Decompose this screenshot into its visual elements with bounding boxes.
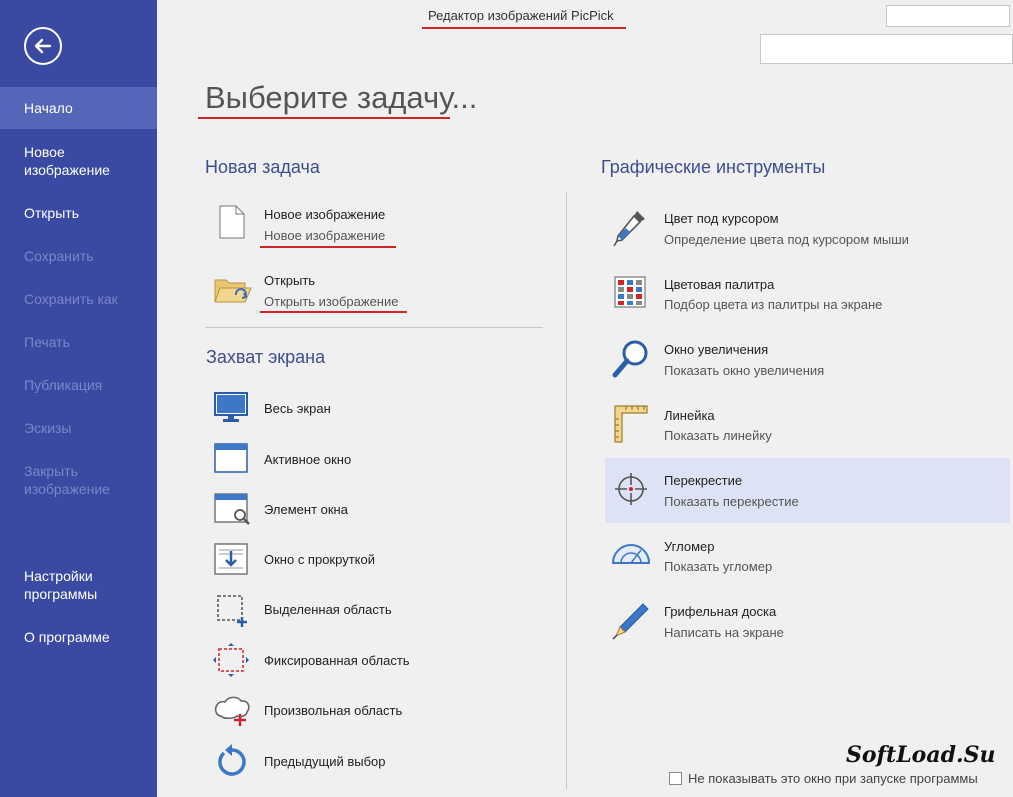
page-title: Выберите задачу... [205, 80, 478, 115]
tool-desc: Написать на экране [664, 625, 784, 640]
window-control-box [886, 5, 1010, 27]
color-palette-icon [614, 276, 646, 308]
tool-name: Перекрестие [664, 473, 743, 488]
eyedropper-icon [613, 211, 645, 247]
capture-label: Элемент окна [264, 502, 348, 517]
blank-page-icon [219, 205, 245, 239]
capture-label: Весь экран [264, 401, 331, 416]
sidebar: Начало Новое изображение Открыть Сохрани… [0, 0, 157, 797]
section-title-tools: Графические инструменты [601, 157, 826, 177]
tool-name: Угломер [664, 539, 715, 554]
task-name: Новое изображение [264, 207, 386, 222]
tool-desc: Подбор цвета из палитры на экране [664, 297, 883, 312]
sidebar-item-home[interactable]: Начало [0, 87, 157, 129]
annotation-underline [422, 27, 626, 29]
magnifier-icon [612, 340, 648, 378]
tool-desc: Определение цвета под курсором мыши [664, 232, 909, 247]
app-title: Редактор изображений PicPick [428, 8, 614, 23]
annotation-underline [260, 311, 407, 313]
capture-label: Активное окно [264, 452, 352, 467]
tool-name: Цвет под курсором [664, 211, 779, 226]
back-button[interactable] [24, 27, 62, 65]
watermark: SoftLoad.Su [846, 742, 996, 768]
hover-highlight [605, 458, 1010, 523]
capture-label: Окно с прокруткой [264, 552, 375, 567]
crosshair-icon [615, 473, 647, 505]
capture-label: Предыдущий выбор [264, 754, 386, 769]
scrolling-window-icon [214, 543, 248, 575]
section-title-new-task: Новая задача [205, 157, 320, 177]
window-control-box [760, 34, 1013, 64]
sidebar-item-about[interactable]: О программе [0, 628, 157, 646]
protractor-icon [612, 544, 650, 564]
open-folder-icon [214, 279, 252, 303]
annotation-underline [198, 117, 450, 119]
tool-name: Окно увеличения [664, 342, 769, 357]
sidebar-item-save-as[interactable]: Сохранить как [0, 290, 157, 308]
full-screen-icon [214, 392, 248, 422]
task-desc: Новое изображение [264, 228, 386, 243]
tool-name: Цветовая палитра [664, 277, 775, 292]
sidebar-item-settings[interactable]: Настройки программы [0, 567, 120, 603]
arrow-left-icon [34, 38, 52, 54]
sidebar-item-open[interactable]: Открыть [0, 204, 157, 222]
freehand-region-icon [214, 696, 250, 726]
capture-label: Выделенная область [264, 602, 392, 617]
capture-label: Фиксированная область [264, 653, 410, 668]
tool-name: Грифельная доска [664, 604, 777, 619]
divider [205, 327, 543, 328]
tool-name: Линейка [664, 408, 715, 423]
sidebar-item-thumbnails[interactable]: Эскизы [0, 419, 157, 437]
window-element-icon [214, 493, 250, 525]
section-title-capture: Захват экрана [206, 347, 326, 367]
sidebar-item-print[interactable]: Печать [0, 333, 157, 351]
annotation-underline [260, 246, 396, 248]
divider [566, 192, 567, 789]
tool-desc: Показать угломер [664, 559, 773, 574]
task-desc: Открыть изображение [264, 294, 399, 309]
dont-show-checkbox[interactable] [669, 772, 682, 785]
whiteboard-pen-icon [612, 603, 649, 640]
dont-show-label: Не показывать это окно при запуске прогр… [688, 771, 978, 786]
tool-desc: Показать линейку [664, 428, 772, 443]
active-window-icon [214, 443, 248, 473]
capture-label: Произвольная область [264, 703, 403, 718]
sidebar-item-new-image[interactable]: Новое изображение [0, 143, 120, 179]
sidebar-item-publish[interactable]: Публикация [0, 376, 157, 394]
tool-desc: Показать окно увеличения [664, 363, 825, 378]
task-name: Открыть [264, 273, 316, 288]
sidebar-item-close-image[interactable]: Закрыть изображение [0, 462, 120, 498]
ruler-icon [614, 405, 648, 443]
repeat-last-icon [218, 744, 246, 776]
fixed-region-icon [213, 643, 249, 677]
region-icon [217, 595, 247, 627]
tool-desc: Показать перекрестие [664, 494, 799, 509]
sidebar-item-save[interactable]: Сохранить [0, 247, 157, 265]
